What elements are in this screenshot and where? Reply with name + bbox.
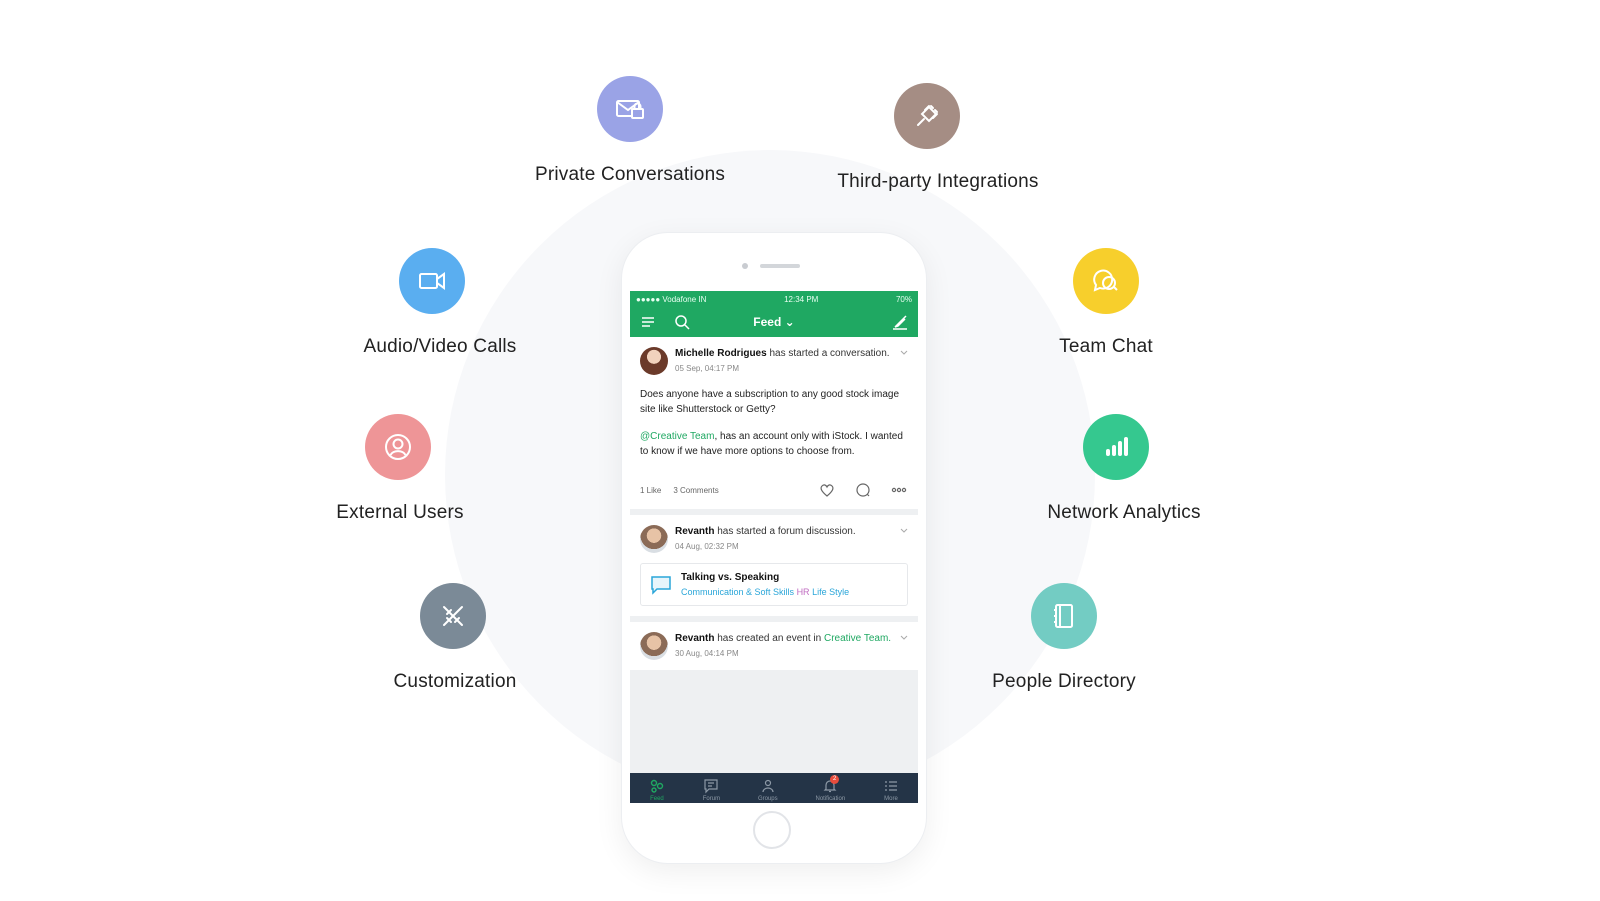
post-text: Does anyone have a subscription to any g…: [640, 389, 900, 415]
phone-screen: ●●●●● Vodafone IN 12:34 PM 70% Feed ⌄ Mi…: [630, 291, 918, 803]
compose-icon[interactable]: [892, 314, 908, 330]
tab-label: Notification: [815, 796, 846, 802]
address-book-icon: [1031, 583, 1097, 649]
tab-groups[interactable]: Groups: [758, 778, 778, 802]
app-navbar: Feed ⌄: [630, 307, 918, 337]
feature-label: Private Conversations: [534, 164, 726, 185]
forum-topic-card[interactable]: Talking vs. Speaking Communication & Sof…: [640, 563, 908, 606]
earpiece-speaker: [760, 264, 800, 268]
feed-title-dropdown[interactable]: Feed ⌄: [630, 315, 918, 329]
home-button[interactable]: [753, 811, 791, 849]
forum-bubble-icon: [651, 575, 671, 595]
heart-icon[interactable]: [818, 481, 836, 499]
carrier-text: ●●●●● Vodafone IN: [636, 294, 707, 304]
post-action: has started a forum discussion.: [714, 526, 856, 537]
more-list-icon: [885, 781, 898, 791]
feature-label: People Directory: [992, 671, 1136, 692]
mention-link[interactable]: @Creative Team: [640, 431, 714, 442]
comments-count[interactable]: 3 Comments: [673, 486, 718, 495]
tab-label: Groups: [757, 796, 778, 802]
chevron-down-icon[interactable]: [900, 527, 908, 535]
tab-forum[interactable]: Forum: [703, 778, 720, 802]
tab-label: Forum: [702, 796, 721, 802]
forum-tags: Communication & Soft Skills HR Life Styl…: [681, 587, 849, 597]
post-time: 05 Sep, 04:17 PM: [675, 364, 740, 373]
video-camera-icon: [399, 248, 465, 314]
battery-text: 70%: [895, 294, 912, 304]
post-author[interactable]: Revanth: [675, 633, 714, 644]
tag[interactable]: Life Style: [812, 587, 849, 597]
forum-icon: [704, 779, 719, 794]
feature-network-analytics[interactable]: Network Analytics: [1004, 414, 1244, 524]
feed-post[interactable]: Michelle Rodrigues has started a convers…: [630, 337, 918, 509]
feature-team-chat[interactable]: Team Chat: [986, 248, 1226, 358]
post-time: 30 Aug, 04:14 PM: [675, 649, 739, 658]
feature-label: Team Chat: [1059, 336, 1153, 357]
avatar[interactable]: [640, 525, 668, 553]
chat-bubbles-icon: [1073, 248, 1139, 314]
post-author[interactable]: Revanth: [675, 526, 714, 537]
post-action: has created an event in: [714, 633, 824, 644]
comment-icon[interactable]: [854, 481, 872, 499]
avatar[interactable]: [640, 632, 668, 660]
post-time: 04 Aug, 02:32 PM: [675, 542, 739, 551]
bar-chart-icon: [1083, 414, 1149, 480]
more-options-icon[interactable]: [890, 481, 908, 499]
tab-notification[interactable]: 2 Notification: [815, 775, 846, 802]
forum-title[interactable]: Talking vs. Speaking: [681, 572, 849, 583]
phone-mockup: ●●●●● Vodafone IN 12:34 PM 70% Feed ⌄ Mi…: [622, 233, 926, 863]
chevron-down-icon[interactable]: [900, 349, 908, 357]
feature-people-directory[interactable]: People Directory: [944, 583, 1184, 693]
post-actions: 1 Like 3 Comments: [640, 481, 908, 499]
feed-icon: [650, 779, 664, 793]
feed-post[interactable]: Revanth has started a forum discussion. …: [630, 515, 918, 616]
front-camera: [742, 263, 748, 269]
chevron-down-icon[interactable]: [900, 634, 908, 642]
status-time: 12:34 PM: [784, 294, 819, 304]
feature-label: Audio/Video Calls: [363, 336, 517, 357]
post-body: Does anyone have a subscription to any g…: [640, 387, 908, 459]
feature-label: External Users: [336, 502, 464, 523]
tab-feed[interactable]: Feed: [649, 778, 665, 802]
post-action: has started a conversation.: [766, 348, 890, 359]
feature-label: Customization: [393, 671, 517, 692]
bottom-tab-bar: Feed Forum Groups 2 Notification More: [630, 773, 918, 803]
group-link[interactable]: Creative Team.: [824, 633, 891, 644]
tab-label: More: [884, 796, 898, 802]
mail-lock-icon: [597, 76, 663, 142]
tab-more[interactable]: More: [883, 778, 899, 802]
status-bar: ●●●●● Vodafone IN 12:34 PM 70%: [630, 291, 918, 307]
user-circle-icon: [365, 414, 431, 480]
feature-third-party-integrations[interactable]: Third-party Integrations: [818, 83, 1058, 193]
avatar[interactable]: [640, 347, 668, 375]
groups-icon: [762, 779, 774, 793]
feature-customization[interactable]: Customization: [335, 583, 575, 693]
feed-post[interactable]: Revanth has created an event in Creative…: [630, 622, 918, 670]
feed-list: Michelle Rodrigues has started a convers…: [630, 337, 918, 773]
tools-icon: [420, 583, 486, 649]
post-author[interactable]: Michelle Rodrigues: [675, 348, 767, 359]
tab-label: Feed: [650, 796, 664, 802]
tag[interactable]: Communication & Soft Skills: [681, 587, 794, 597]
likes-count[interactable]: 1 Like: [640, 486, 661, 495]
feature-private-conversations[interactable]: Private Conversations: [510, 76, 750, 186]
feature-label: Network Analytics: [1047, 502, 1201, 523]
tag[interactable]: HR: [797, 587, 810, 597]
feature-audio-video-calls[interactable]: Audio/Video Calls: [320, 248, 560, 358]
plug-icon: [894, 83, 960, 149]
feature-external-users[interactable]: External Users: [280, 414, 520, 524]
feature-label: Third-party Integrations: [837, 171, 1039, 192]
